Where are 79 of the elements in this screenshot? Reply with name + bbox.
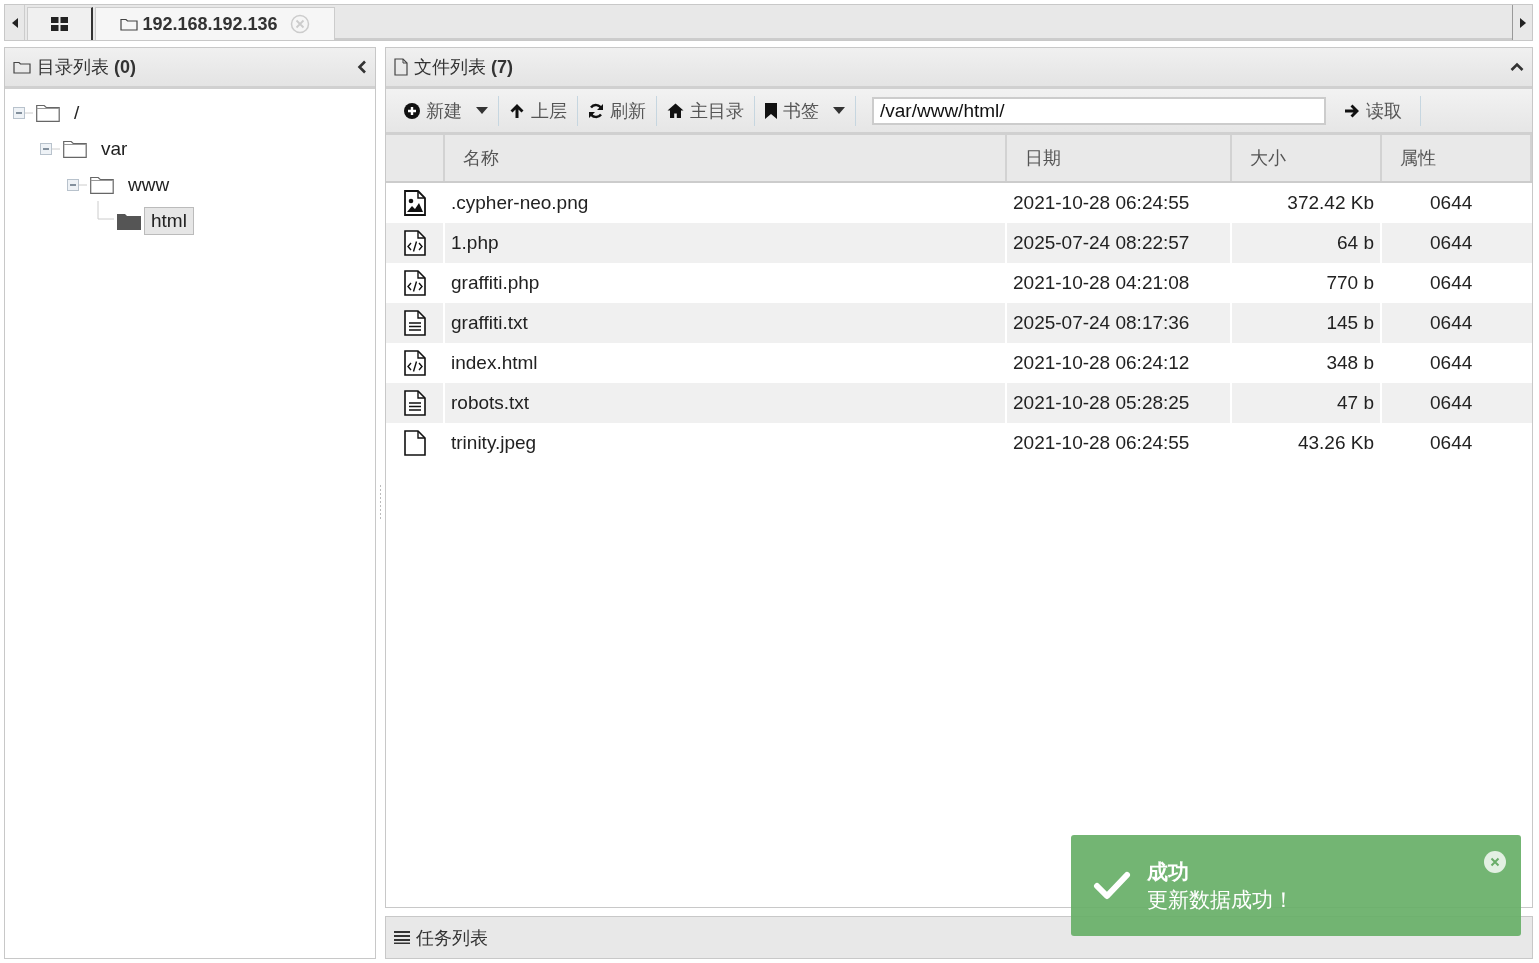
panel-title: 任务列表 [416,926,488,950]
refresh-button[interactable]: 刷新 [578,89,656,132]
toast-title: 成功 [1147,858,1190,885]
file-size: 43.26 Kb [1232,423,1382,463]
caret-icon [476,107,488,114]
column-header[interactable]: 大小 [1232,135,1382,181]
toast-message: 更新数据成功！ [1147,886,1294,913]
file-row[interactable]: graffiti.txt 2025-07-24 08:17:36 145 b 0644 [386,303,1532,343]
code-file-icon [403,230,426,256]
folder-icon [63,140,87,158]
home-button[interactable]: 主目录 [657,89,754,132]
text-file-icon [403,390,426,416]
plus-circle-icon [404,102,420,119]
tree-item[interactable]: www [121,171,177,199]
checkmark-icon [1093,870,1131,901]
home-tab[interactable] [27,7,93,40]
file-size: 64 b [1232,223,1382,263]
folder-icon [117,212,141,230]
home-icon [667,103,684,118]
column-header[interactable]: 日期 [1007,135,1232,181]
file-size: 47 b [1232,383,1382,423]
read-button[interactable]: 读取 [1334,89,1420,132]
file-name: robots.txt [445,383,1007,423]
file-icon [394,58,408,76]
folder-icon [13,60,31,74]
arrow-right-icon [1519,17,1526,28]
new-button[interactable]: 新建 [394,89,498,132]
file-permission: 0644 [1429,431,1474,455]
arrow-left-icon [11,17,18,28]
file-icon [403,430,426,456]
file-permission: 0644 [1429,391,1474,415]
file-date: 2021-10-28 05:28:25 [1007,383,1232,423]
folder-icon [36,104,60,122]
file-name: graffiti.txt [445,303,1007,343]
file-permission: 0644 [1429,351,1474,375]
file-name: trinity.jpeg [445,423,1007,463]
file-date: 2025-07-24 08:22:57 [1007,223,1232,263]
panel-title: 文件列表 (7) [414,56,513,79]
bookmark-icon [765,102,777,119]
image-file-icon [403,190,426,216]
close-icon[interactable] [1484,851,1506,873]
collapse-toggle-icon[interactable] [13,107,33,119]
grid-icon [51,17,68,31]
refresh-icon [588,102,604,119]
collapse-toggle-icon[interactable] [40,143,60,155]
bookmark-button[interactable]: 书签 [755,89,855,132]
column-header[interactable]: 名称 [445,135,1007,181]
file-row[interactable]: 1.php 2025-07-24 08:22:57 64 b 0644 [386,223,1532,263]
code-file-icon [403,350,426,376]
chevron-up-icon[interactable] [1510,62,1524,72]
tree-item[interactable]: / [67,99,87,127]
code-file-icon [403,270,426,296]
file-permission: 0644 [1429,191,1474,215]
column-header[interactable]: 属性 [1382,135,1532,181]
list-icon [394,931,410,944]
chevron-left-icon[interactable] [357,60,367,74]
path-field[interactable]: /var/www/html/ [872,96,1326,125]
text-file-icon [403,310,426,336]
file-permission: 0644 [1429,271,1474,295]
file-date: 2021-10-28 06:24:55 [1007,423,1232,463]
caret-icon [833,107,845,114]
splitter-handle-icon[interactable] [379,485,382,521]
file-permission: 0644 [1429,311,1474,335]
file-name: 1.php [445,223,1007,263]
file-row[interactable]: robots.txt 2021-10-28 05:28:25 47 b 0644 [386,383,1532,423]
collapse-toggle-icon[interactable] [67,179,87,191]
folder-icon [120,17,139,31]
panel-title: 目录列表 (0) [37,56,136,79]
folder-icon [90,176,114,194]
file-row[interactable]: trinity.jpeg 2021-10-28 06:24:55 43.26 Kb 0644 [386,423,1532,463]
file-permission: 0644 [1429,231,1474,255]
tree-item[interactable]: var [94,135,135,163]
file-date: 2025-07-24 08:17:36 [1007,303,1232,343]
tree-item[interactable]: html [144,207,194,235]
file-size: 145 b [1232,303,1382,343]
arrow-up-icon [509,102,525,119]
connection-tab[interactable]: 192.168.192.136 [95,7,335,40]
up-button[interactable]: 上层 [499,89,577,132]
arrow-right-icon [1344,102,1360,119]
